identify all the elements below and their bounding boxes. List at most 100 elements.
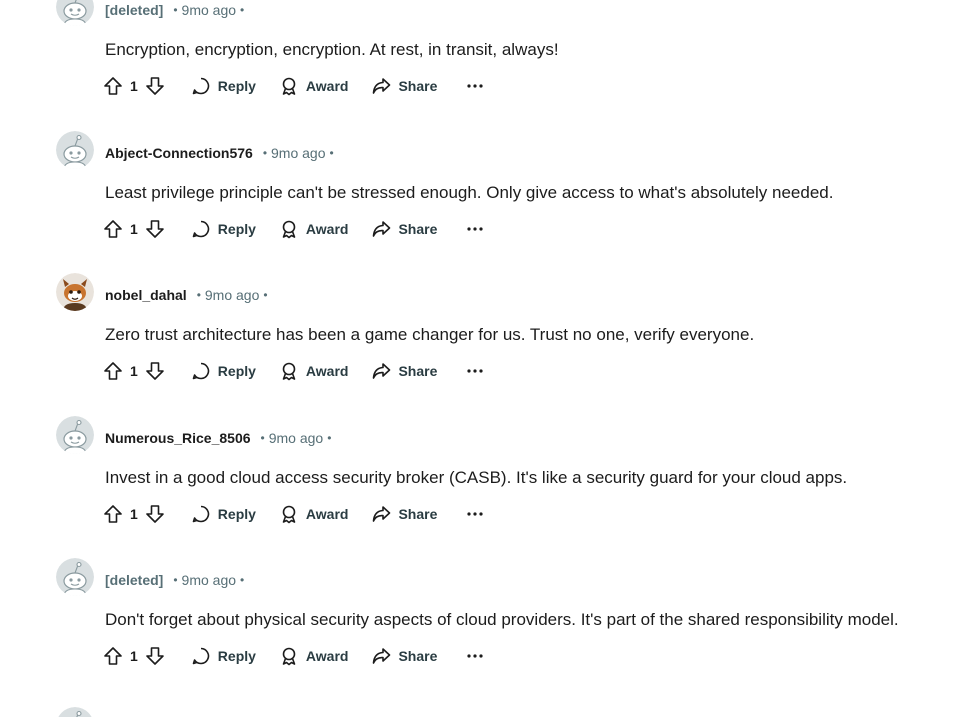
downvote-button[interactable]: [142, 643, 168, 669]
user-avatar[interactable]: [56, 416, 94, 454]
comment-meta: Abject-Connection576 • 9mo ago •: [105, 143, 334, 163]
snoo-default-avatar-icon: [56, 0, 94, 26]
upvote-icon: [104, 220, 122, 238]
user-avatar[interactable]: [56, 558, 94, 596]
award-icon: [282, 362, 296, 381]
reply-button[interactable]: Reply: [190, 501, 256, 527]
share-label: Share: [398, 648, 438, 664]
upvote-button[interactable]: [100, 643, 126, 669]
ellipsis-icon: [467, 512, 483, 516]
timestamp[interactable]: 9mo ago: [271, 145, 325, 161]
award-icon: [282, 647, 296, 666]
downvote-button[interactable]: [142, 501, 168, 527]
share-label: Share: [398, 221, 438, 237]
username[interactable]: Numerous_Rice_8506: [105, 430, 251, 446]
award-icon: [282, 505, 296, 524]
more-options-button[interactable]: [463, 74, 487, 98]
username[interactable]: nobel_dahal: [105, 287, 187, 303]
comment: Abject-Connection576 • 9mo ago • Least p…: [0, 131, 980, 274]
award-label: Award: [305, 221, 349, 237]
upvote-icon: [104, 505, 122, 523]
snoo-default-avatar-icon: [56, 416, 94, 454]
reply-button[interactable]: Reply: [190, 358, 256, 384]
award-label: Award: [305, 363, 349, 379]
user-avatar[interactable]: [56, 131, 94, 169]
comment: nobel_dahal • 9mo ago • Zero trust archi…: [0, 273, 980, 416]
award-label: Award: [305, 506, 349, 522]
share-label: Share: [398, 363, 438, 379]
award-button[interactable]: Award: [278, 358, 349, 384]
upvote-button[interactable]: [100, 501, 126, 527]
share-icon: [373, 363, 391, 379]
timestamp[interactable]: 9mo ago: [182, 572, 236, 588]
downvote-button[interactable]: [142, 216, 168, 242]
vote-group: 1: [100, 643, 168, 669]
reply-button[interactable]: Reply: [190, 216, 256, 242]
award-button[interactable]: Award: [278, 73, 348, 99]
more-options-button[interactable]: [463, 217, 487, 241]
downvote-button[interactable]: [142, 73, 168, 99]
share-button[interactable]: Share: [370, 73, 437, 99]
more-options-button[interactable]: [463, 502, 487, 526]
vote-count: 1: [130, 506, 138, 522]
separator-dot: •: [196, 288, 201, 302]
share-icon: [373, 506, 391, 522]
timestamp[interactable]: 9mo ago: [182, 2, 236, 18]
comment-body: Zero trust architecture has been a game …: [105, 325, 755, 344]
upvote-button[interactable]: [100, 358, 126, 384]
award-icon: [282, 77, 296, 96]
comment-meta: [deleted] • 9mo ago •: [105, 0, 244, 20]
reply-label: Reply: [217, 363, 256, 379]
reply-button[interactable]: Reply: [190, 73, 256, 99]
share-button[interactable]: Share: [370, 501, 437, 527]
separator-dot: •: [329, 146, 334, 160]
reply-button[interactable]: Reply: [190, 643, 256, 669]
username[interactable]: [deleted]: [105, 2, 163, 18]
comment-feed: [deleted] • 9mo ago • Encryption, encryp…: [0, 0, 980, 717]
comment-body: Least privilege principle can't be stres…: [105, 183, 834, 202]
upvote-icon: [104, 77, 122, 95]
downvote-button[interactable]: [142, 358, 168, 384]
downvote-icon: [145, 362, 164, 380]
comment-bubble-icon: [192, 505, 210, 523]
share-button[interactable]: Share: [370, 643, 437, 669]
separator-dot: •: [263, 288, 268, 302]
comment-body: Don't forget about physical security asp…: [105, 610, 899, 629]
share-button[interactable]: Share: [370, 358, 437, 384]
share-button[interactable]: Share: [370, 216, 437, 242]
snoo-default-avatar-icon: [56, 131, 94, 169]
username[interactable]: [deleted]: [105, 572, 163, 588]
separator-dot: •: [327, 431, 332, 445]
vote-count: 1: [130, 648, 138, 664]
more-options-button[interactable]: [463, 644, 487, 668]
comment-bubble-icon: [192, 77, 210, 95]
timestamp[interactable]: 9mo ago: [205, 287, 259, 303]
user-avatar[interactable]: [56, 0, 94, 26]
comment: [deleted] • 9mo ago • Encryption, encryp…: [0, 0, 980, 131]
comment-actions: 1 Reply Award Share: [100, 73, 487, 99]
comment-bubble-icon: [192, 220, 210, 238]
comment: [deleted] • 9mo ago • Don't forget about…: [0, 558, 980, 701]
vote-group: 1: [100, 358, 168, 384]
username[interactable]: Abject-Connection576: [105, 145, 253, 161]
award-button[interactable]: Award: [278, 643, 348, 669]
ellipsis-icon: [467, 227, 483, 231]
separator-dot: •: [240, 3, 245, 17]
award-icon: [282, 220, 296, 239]
upvote-button[interactable]: [100, 216, 126, 242]
award-button[interactable]: Award: [278, 501, 349, 527]
vote-group: 1: [100, 216, 168, 242]
downvote-icon: [145, 505, 164, 523]
upvote-icon: [104, 647, 122, 665]
more-options-button[interactable]: [463, 359, 487, 383]
award-button[interactable]: Award: [278, 216, 349, 242]
upvote-button[interactable]: [100, 73, 126, 99]
user-avatar[interactable]: [56, 707, 94, 717]
ellipsis-icon: [467, 84, 483, 88]
share-label: Share: [398, 506, 438, 522]
user-avatar[interactable]: [56, 273, 94, 311]
separator-dot: •: [240, 573, 245, 587]
vote-group: 1: [100, 73, 168, 99]
timestamp[interactable]: 9mo ago: [269, 430, 323, 446]
share-icon: [373, 648, 391, 664]
